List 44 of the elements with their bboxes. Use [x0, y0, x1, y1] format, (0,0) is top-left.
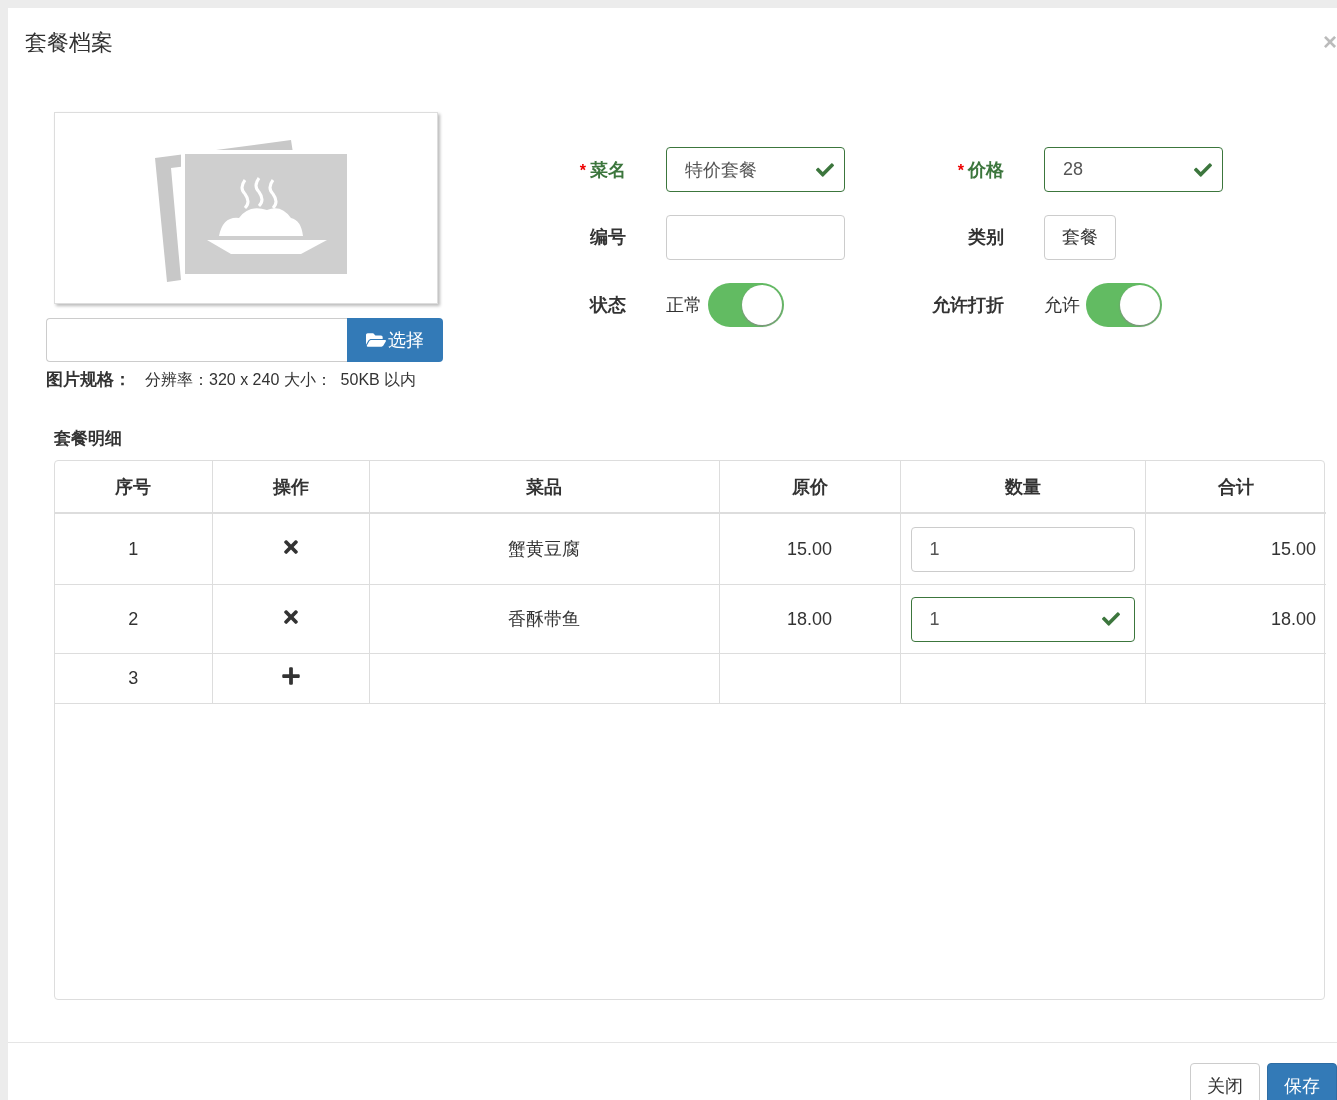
column-header: 原价 [719, 461, 900, 513]
dialog-title: 套餐档案 [25, 29, 113, 57]
text-field[interactable]: 特价套餐 [666, 147, 845, 193]
add-icon[interactable] [280, 666, 301, 686]
table-cell: 3 [55, 653, 212, 704]
text-field[interactable] [666, 215, 845, 260]
switch-text: 正常 [666, 293, 702, 317]
image-spec-label: 图片规格： [46, 369, 131, 391]
choose-button[interactable]: 选择 [347, 318, 443, 362]
column-header: 菜品 [369, 461, 719, 513]
toggle-switch[interactable] [708, 282, 784, 327]
save-button[interactable]: 保存 [1267, 1063, 1337, 1100]
category-picker[interactable]: 套餐 [1044, 215, 1116, 260]
check-icon [1101, 610, 1120, 628]
field-label: 状态 [590, 293, 626, 317]
column-header: 操作 [212, 461, 369, 513]
quantity-field[interactable]: 1 [910, 526, 1135, 572]
table-cell: 蟹黄豆腐 [369, 513, 719, 585]
field-label: 允许打折 [932, 293, 1004, 317]
check-icon [1194, 160, 1212, 179]
quantity-field[interactable]: 1 [910, 596, 1135, 642]
table-cell: 18.00 [1145, 584, 1326, 654]
image-spec-text: 分辨率：320 x 240 大小： 50KB 以内 [145, 370, 417, 390]
table-cell: 15.00 [1145, 513, 1326, 585]
text-field[interactable]: 28 [1044, 147, 1223, 193]
table-cell: 2 [55, 584, 212, 654]
field-label: * 价格 [957, 158, 1004, 182]
column-header: 合计 [1145, 461, 1326, 513]
table-cell: 18.00 [719, 584, 900, 654]
close-dialog-button[interactable]: 关闭 [1190, 1063, 1260, 1100]
field-label: 编号 [590, 226, 626, 250]
field-label: 类别 [968, 226, 1004, 250]
check-icon [816, 160, 834, 179]
column-header: 数量 [900, 461, 1145, 513]
folder-icon [366, 330, 386, 350]
table-cell: 1 [55, 513, 212, 585]
file-path-field[interactable] [46, 318, 347, 362]
table-cell: 15.00 [719, 513, 900, 585]
section-title: 套餐明细 [54, 428, 123, 450]
table-cell: 香酥带鱼 [369, 584, 719, 654]
field-label: * 菜名 [579, 158, 626, 182]
switch-text: 允许 [1044, 293, 1080, 317]
column-header: 序号 [55, 461, 212, 513]
toggle-switch[interactable] [1086, 282, 1162, 327]
